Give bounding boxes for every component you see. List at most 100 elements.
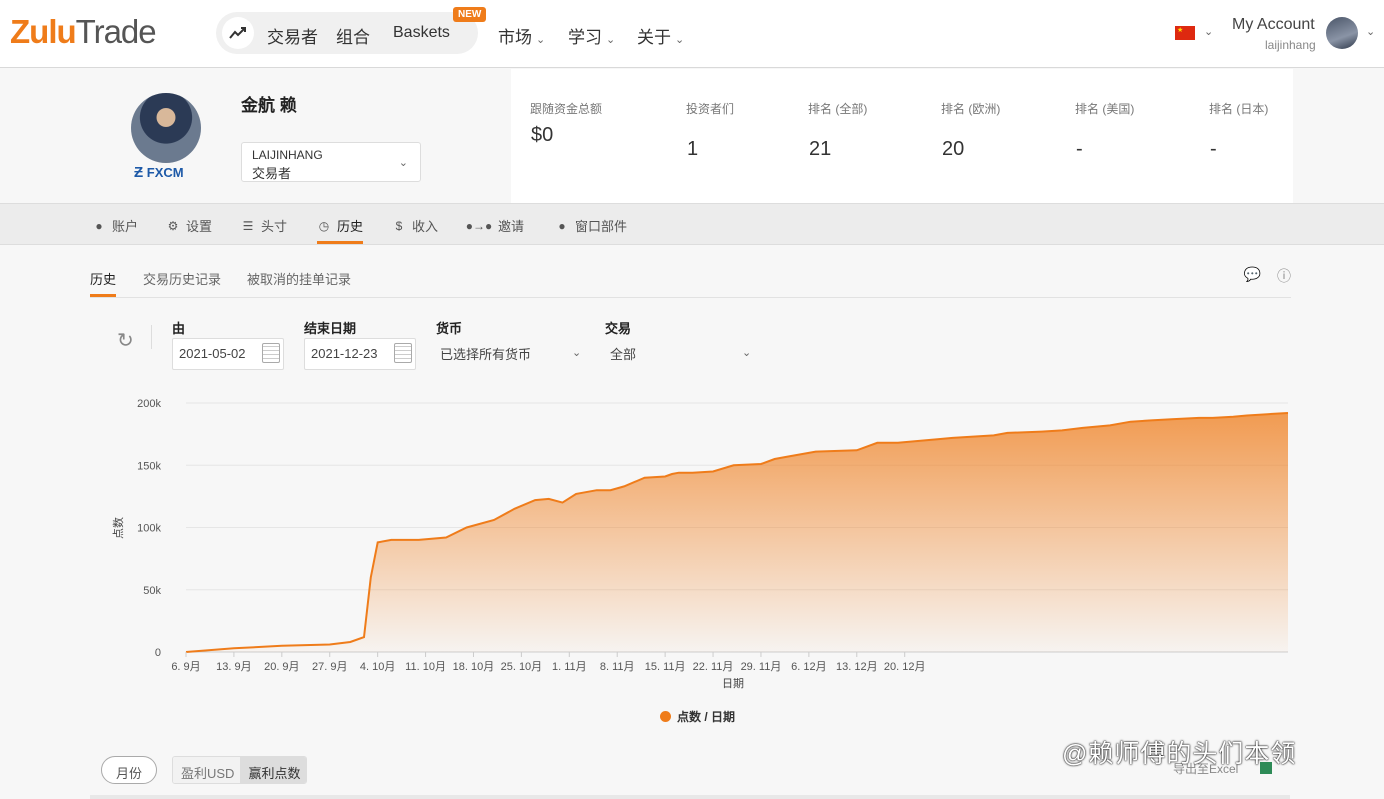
profile-header: Ƶ FXCM 金航 赖 LAIJINHANG 交易者 ⌄ 跟随资金总额 $0 投… [0, 69, 1384, 203]
stat-label: 排名 (欧洲) [941, 102, 1001, 116]
menu-about[interactable]: 关于 ⌄ [637, 23, 684, 48]
x-tick-label: 29. 11月 [741, 661, 782, 673]
trending-icon[interactable] [222, 17, 254, 49]
x-tick-label: 6. 9月 [171, 661, 200, 673]
subtab-trade-history[interactable]: 交易历史记录 [143, 269, 221, 288]
x-tick-label: 1. 11月 [552, 661, 587, 673]
user-icon: ● [95, 218, 103, 233]
currency-select[interactable]: 已选择所有货币 [440, 344, 531, 363]
my-account-link[interactable]: My Account [1232, 16, 1315, 34]
chevron-down-icon[interactable]: ⌄ [1366, 25, 1375, 38]
x-tick-label: 4. 10月 [360, 661, 395, 673]
stat-label: 投资者们 [686, 102, 735, 116]
tab-income[interactable]: $ 收入 [392, 216, 438, 235]
trade-select[interactable]: 全部 [610, 344, 636, 363]
stat-label: 排名 (日本) [1209, 102, 1269, 116]
chevron-down-icon[interactable]: ⌄ [1204, 25, 1213, 38]
currency-label: 货币 [436, 321, 463, 336]
divider [151, 325, 152, 349]
x-tick-label: 13. 12月 [836, 661, 878, 673]
watermark: @赖师傅的头们本领 [1062, 740, 1297, 768]
tab-history[interactable]: ◷ 历史 [317, 216, 363, 235]
comment-icon[interactable]: 💬 [1244, 266, 1261, 286]
table-divider [90, 795, 1290, 799]
calendar-icon[interactable] [262, 343, 280, 363]
stat-value: 21 [809, 138, 832, 160]
x-axis-label: 日期 [722, 677, 744, 690]
calendar-icon[interactable] [394, 343, 412, 363]
chevron-down-icon[interactable]: ⌄ [572, 346, 581, 359]
stat-value: 20 [942, 138, 965, 160]
zulutrade-logo[interactable]: ZuluTrade [10, 13, 157, 51]
active-tab-indicator [317, 241, 363, 244]
tab-invite[interactable]: ●→● 邀请 [466, 216, 524, 235]
tab-widgets[interactable]: ● 窗口部件 [555, 216, 627, 235]
clock-icon: ◷ [318, 218, 330, 233]
stat-label: 排名 (全部) [808, 102, 868, 116]
subtab-history[interactable]: 历史 [90, 269, 116, 288]
trade-label: 交易 [605, 321, 632, 336]
menu-markets[interactable]: 市场 ⌄ [498, 23, 545, 48]
x-tick-label: 27. 9月 [312, 661, 347, 673]
toggle-profit-usd[interactable]: 盈利USD [173, 757, 241, 783]
info-icon[interactable]: ⓘ [1277, 266, 1291, 286]
user-icon: ● [558, 218, 566, 233]
refresh-icon[interactable]: ↻ [117, 328, 134, 353]
active-subtab-indicator [90, 294, 116, 297]
chart-area [186, 413, 1288, 652]
chevron-down-icon: ⌄ [606, 34, 616, 46]
tab-positions[interactable]: ☰ 头寸 [241, 216, 287, 235]
x-tick-label: 6. 12月 [791, 661, 826, 673]
points-chart: 0 50k 100k 150k 200k 6. 9月 13. 9月 20. 9月 27. 9月… [112, 398, 1289, 690]
stat-value: 1 [687, 138, 699, 160]
username-label: laijinhang [1265, 38, 1316, 52]
nav-portfolio[interactable]: 组合 [336, 23, 370, 48]
invite-icon: ●→● [465, 218, 493, 233]
x-tick-label: 22. 11月 [693, 661, 734, 673]
profile-avatar [131, 93, 201, 163]
legend-marker [660, 711, 671, 722]
gear-icon: ⚙ [167, 218, 179, 233]
x-tick-label: 8. 11月 [600, 661, 635, 673]
menu-learn[interactable]: 学习 ⌄ [568, 23, 615, 48]
chevron-down-icon[interactable]: ⌄ [742, 346, 751, 359]
new-badge: NEW [453, 7, 487, 22]
from-date-input[interactable]: 2021-05-02 [172, 338, 284, 370]
profile-tabs: ● 账户 ⚙ 设置 ☰ 头寸 ◷ 历史 $ 收入 ●→● 邀请 ● 窗口部件 [0, 203, 1384, 245]
y-tick-label: 100k [137, 523, 161, 535]
y-tick-label: 150k [137, 460, 161, 472]
nav-traders[interactable]: 交易者 [267, 23, 318, 48]
avatar[interactable] [1326, 17, 1358, 49]
chevron-down-icon: ⌄ [675, 34, 685, 46]
account-selector[interactable]: LAIJINHANG 交易者 ⌄ [241, 142, 421, 182]
chevron-down-icon: ⌄ [398, 157, 408, 169]
subtab-cancelled-orders[interactable]: 被取消的挂单记录 [247, 269, 351, 288]
stat-label: 排名 (美国) [1075, 102, 1135, 116]
y-tick-label: 200k [137, 398, 161, 410]
x-tick-label: 18. 10月 [453, 661, 495, 673]
broker-logo: Ƶ FXCM [134, 164, 184, 181]
y-tick-label: 0 [155, 647, 161, 659]
stats-panel: 跟随资金总额 $0 投资者们 1 排名 (全部) 21 排名 (欧洲) 20 排… [511, 69, 1293, 203]
history-subtabs: 历史 交易历史记录 被取消的挂单记录 💬 ⓘ [90, 266, 1291, 298]
tab-settings[interactable]: ⚙ 设置 [166, 216, 212, 235]
top-bar: ZuluTrade 交易者 组合 Baskets NEW 市场 ⌄ 学习 ⌄ 关于 ⌄… [0, 0, 1384, 68]
list-icon: ☰ [242, 218, 254, 233]
y-tick-label: 50k [143, 585, 161, 597]
x-tick-label: 13. 9月 [216, 661, 251, 673]
x-tick-label: 15. 11月 [645, 661, 686, 673]
month-button[interactable]: 月份 [101, 756, 157, 784]
x-tick-label: 11. 10月 [405, 661, 446, 673]
tab-account[interactable]: ● 账户 [92, 216, 138, 235]
dollar-icon: $ [395, 218, 403, 233]
to-date-input[interactable]: 2021-12-23 [304, 338, 416, 370]
toggle-profit-pips[interactable]: 赢利点数 [240, 757, 307, 783]
china-flag-icon[interactable]: ★ [1175, 26, 1195, 40]
chart-legend[interactable]: 点数 / 日期 [660, 708, 735, 725]
metric-toggle: 盈利USD 赢利点数 [172, 756, 308, 784]
stat-label: 跟随资金总额 [530, 102, 603, 116]
stat-value: - [1210, 138, 1217, 160]
stat-value: $0 [531, 124, 554, 146]
profile-name: 金航 赖 [241, 96, 297, 115]
nav-baskets[interactable]: Baskets [393, 24, 450, 42]
